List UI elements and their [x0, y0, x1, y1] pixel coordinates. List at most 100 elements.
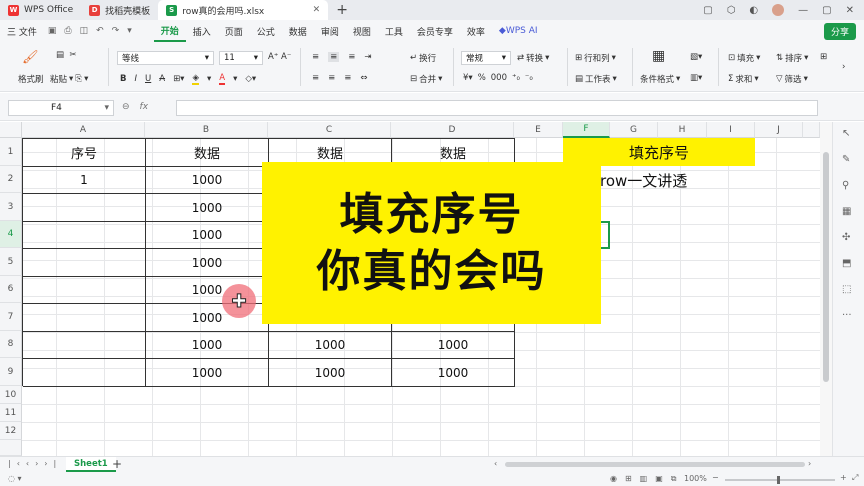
- thousands-icon[interactable]: 000: [491, 73, 507, 83]
- cell-a2[interactable]: 1: [23, 167, 146, 194]
- font-grow-icon[interactable]: A⁺ A⁻: [268, 52, 291, 62]
- style-icon[interactable]: ✎: [842, 154, 850, 165]
- cell-b2[interactable]: 1000: [146, 167, 269, 194]
- col-header-a[interactable]: A: [22, 122, 145, 138]
- cell-a6[interactable]: [23, 277, 146, 304]
- preview-icon[interactable]: ◫: [76, 26, 93, 36]
- cell-c8[interactable]: 1000: [269, 332, 392, 359]
- font-name-select[interactable]: 等线 ▾: [117, 51, 214, 65]
- cell-a7[interactable]: [23, 304, 146, 332]
- cell-a8[interactable]: [23, 332, 146, 359]
- more-options-icon[interactable]: ···: [842, 310, 852, 321]
- view-mode-icons[interactable]: ◉⊞▥▣⧉: [610, 474, 685, 484]
- zoom-level[interactable]: 100%: [684, 474, 707, 483]
- menu-tools[interactable]: 工具: [378, 20, 410, 42]
- sum-button[interactable]: Σ 求和 ▾: [728, 73, 759, 85]
- align-left-icon[interactable]: ≡: [312, 73, 319, 83]
- col-header-g[interactable]: G: [610, 122, 658, 138]
- row-header-9[interactable]: 9: [0, 358, 22, 386]
- sort-button[interactable]: ⇅ 排序 ▾: [776, 52, 808, 64]
- tools-icon[interactable]: ✣: [842, 232, 850, 243]
- number-format-select[interactable]: 常规 ▾: [461, 51, 511, 65]
- vertical-scrollbar[interactable]: [820, 122, 832, 456]
- percent-icon[interactable]: %: [478, 73, 486, 83]
- format-painter-button[interactable]: 格式刷: [18, 73, 44, 85]
- cell-a9[interactable]: [23, 359, 146, 387]
- cell-d9[interactable]: 1000: [392, 359, 515, 387]
- eraser-icon[interactable]: ◇▾: [245, 74, 256, 84]
- row-header-12[interactable]: 12: [0, 422, 22, 440]
- row-header-11[interactable]: 11: [0, 404, 22, 422]
- menu-home[interactable]: 开始: [153, 20, 186, 42]
- print-icon[interactable]: ⎙: [60, 26, 75, 36]
- col-header-f[interactable]: F: [563, 122, 610, 138]
- col-header-j[interactable]: J: [755, 122, 803, 138]
- menu-efficiency[interactable]: 效率: [460, 20, 492, 42]
- select-all-corner[interactable]: [0, 122, 22, 138]
- close-window-icon[interactable]: ✕: [846, 5, 854, 16]
- maximize-icon[interactable]: ▢: [822, 5, 831, 16]
- filter-panel-icon[interactable]: ⚲: [842, 180, 849, 191]
- file-menu[interactable]: 三 文件: [0, 20, 44, 42]
- strikethrough-icon[interactable]: A: [159, 74, 165, 84]
- sheet-nav-arrows-icon[interactable]: |‹‹››|: [8, 459, 62, 468]
- align-top-icon[interactable]: ≡: [312, 52, 319, 62]
- underline-icon[interactable]: U: [145, 74, 151, 84]
- cell-a3[interactable]: [23, 194, 146, 222]
- tab-wps-office[interactable]: W WPS Office: [0, 0, 81, 20]
- col-header-b[interactable]: B: [145, 122, 268, 138]
- menu-review[interactable]: 审阅: [314, 20, 346, 42]
- row-header-8[interactable]: 8: [0, 331, 22, 358]
- formula-input[interactable]: [176, 100, 818, 116]
- status-menu-icon[interactable]: ◌ ▾: [8, 474, 22, 483]
- cell-b8[interactable]: 1000: [146, 332, 269, 359]
- zoom-formula-icon[interactable]: ⊖: [122, 102, 130, 112]
- active-cell-f4[interactable]: [600, 221, 610, 249]
- col-header-c[interactable]: C: [268, 122, 391, 138]
- cut-icon[interactable]: ▤ ✂: [56, 50, 77, 60]
- distribute-icon[interactable]: ⇔: [360, 73, 367, 83]
- zoom-in-icon[interactable]: +: [840, 473, 847, 482]
- fx-icon[interactable]: fx: [140, 102, 149, 112]
- row-header-2[interactable]: 2: [0, 166, 22, 193]
- add-sheet-button[interactable]: +: [112, 457, 122, 471]
- chevron-down-icon[interactable]: ▾: [123, 26, 136, 36]
- undo-icon[interactable]: ↶: [92, 26, 108, 36]
- sheet-tab-sheet1[interactable]: Sheet1: [66, 457, 116, 472]
- indent-icon[interactable]: ⇥: [364, 52, 371, 62]
- col-header-i[interactable]: I: [707, 122, 755, 138]
- close-tab-icon[interactable]: ✕: [313, 5, 321, 15]
- cell-b3[interactable]: 1000: [146, 194, 269, 222]
- zoom-out-icon[interactable]: −: [712, 473, 719, 482]
- menu-wps-ai[interactable]: ◆ WPS AI: [492, 20, 545, 42]
- filter-button[interactable]: ▽ 筛选 ▾: [776, 73, 808, 85]
- format-painter-icon[interactable]: 🖌: [22, 50, 39, 65]
- cell-d8[interactable]: 1000: [392, 332, 515, 359]
- select-icon[interactable]: ↖: [842, 128, 850, 139]
- menu-insert[interactable]: 插入: [186, 20, 218, 42]
- more-icon[interactable]: ⊞: [820, 52, 827, 62]
- align-center-icon[interactable]: ≡: [328, 73, 335, 83]
- conditional-format-button[interactable]: 条件格式 ▾: [640, 73, 680, 85]
- menu-page[interactable]: 页面: [218, 20, 250, 42]
- window-icon[interactable]: ▢: [703, 5, 712, 16]
- minimize-icon[interactable]: —: [798, 5, 808, 16]
- menu-view[interactable]: 视图: [346, 20, 378, 42]
- row-header-4[interactable]: 4: [0, 221, 22, 248]
- italic-icon[interactable]: I: [134, 74, 137, 84]
- horizontal-scrollbar[interactable]: [505, 462, 805, 467]
- tab-docer[interactable]: D 找稻壳模板: [81, 0, 158, 20]
- cell-b5[interactable]: 1000: [146, 249, 269, 277]
- cell-c9[interactable]: 1000: [269, 359, 392, 387]
- tab-active-file[interactable]: S row真的会用吗.xlsx ✕: [158, 0, 329, 20]
- row-header-10[interactable]: 10: [0, 386, 22, 404]
- cell-a4[interactable]: [23, 222, 146, 249]
- worksheet-button[interactable]: ▤ 工作表 ▾: [575, 73, 617, 85]
- font-color-icon[interactable]: A: [219, 73, 226, 85]
- share-button[interactable]: 分享: [823, 22, 856, 40]
- row-col-button[interactable]: ⊞ 行和列 ▾: [575, 52, 616, 64]
- menu-member[interactable]: 会员专享: [410, 20, 460, 42]
- fill-button[interactable]: ⊡ 填充 ▾: [728, 52, 760, 64]
- paste-button[interactable]: 粘贴 ▾ ⎘ ▾: [50, 73, 88, 85]
- align-right-icon[interactable]: ≡: [344, 73, 351, 83]
